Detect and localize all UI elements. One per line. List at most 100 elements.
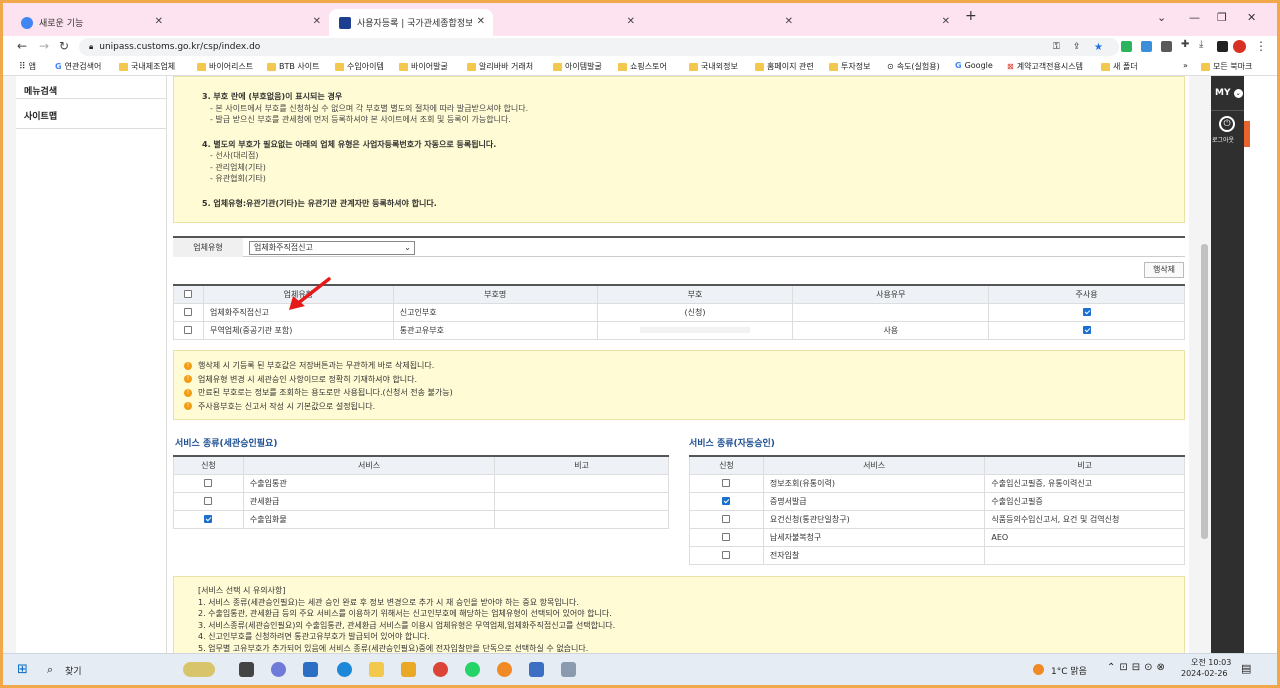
- bookmark-folder[interactable]: 바이어리스트: [197, 61, 253, 72]
- close-icon[interactable]: ✕: [942, 16, 950, 27]
- bookmark-folder[interactable]: 바이어발굴: [399, 61, 448, 72]
- bookmark-item[interactable]: ⊙ 속도(실험용): [887, 61, 940, 72]
- tab-user-registration[interactable]: 사용자등록 | 국가관세종합정보 ✕: [329, 9, 493, 36]
- windows-start-icon[interactable]: ⊞: [17, 662, 28, 677]
- bookmark-apps[interactable]: ⠿ 앱: [19, 61, 36, 72]
- close-icon[interactable]: ✕: [155, 16, 163, 27]
- scrollbar-thumb[interactable]: [1201, 244, 1208, 539]
- extension-icon[interactable]: [1161, 41, 1172, 52]
- close-icon[interactable]: ✕: [313, 16, 321, 27]
- service-checkbox[interactable]: [204, 497, 213, 505]
- tab-search-icon[interactable]: ⌄: [1157, 11, 1166, 24]
- toolbar: ← → ↻ 🔒︎ unipass.customs.go.kr/csp/index…: [3, 36, 1277, 58]
- bookmark-folder[interactable]: BTB 사이트: [267, 61, 320, 72]
- bookmark-star-icon[interactable]: ★: [1094, 42, 1103, 53]
- power-icon[interactable]: ⏻: [1219, 116, 1235, 132]
- weather-text[interactable]: 1°C 맑음: [1051, 664, 1087, 677]
- tab-new-features[interactable]: 새로운 기능 ✕: [11, 9, 171, 36]
- service-checkbox[interactable]: [722, 533, 731, 541]
- table-row: 관세환급: [173, 491, 669, 511]
- bookmark-folder[interactable]: 홈페이지 관련: [755, 61, 814, 72]
- main-use-checkbox[interactable]: [1082, 308, 1091, 316]
- main-use-checkbox[interactable]: [1082, 326, 1091, 334]
- sidepanel-icon[interactable]: [1217, 41, 1228, 52]
- service-checkbox[interactable]: [204, 515, 213, 523]
- tab-blank-1[interactable]: ✕: [171, 9, 329, 36]
- forward-button[interactable]: →: [39, 39, 49, 53]
- task-view-icon[interactable]: [239, 662, 254, 677]
- maximize-button[interactable]: ❐: [1217, 11, 1227, 24]
- whatsapp-icon[interactable]: [465, 662, 480, 677]
- extension-icon[interactable]: [1121, 41, 1132, 52]
- close-icon[interactable]: ✕: [785, 16, 793, 27]
- service-checkbox[interactable]: [204, 479, 213, 487]
- service-checkbox[interactable]: [722, 551, 731, 559]
- address-bar[interactable]: 🔒︎ unipass.customs.go.kr/csp/index.do ⚿ …: [79, 38, 1119, 56]
- bookmark-item[interactable]: ⊠ 계약고객전용시스템: [1007, 61, 1083, 72]
- close-window-button[interactable]: ✕: [1247, 11, 1256, 24]
- new-tab-button[interactable]: +: [965, 8, 977, 24]
- photos-icon[interactable]: [303, 662, 318, 677]
- warning-item: ! 행삭제 시 기등록 된 부호값은 저장버튼과는 무관하게 바로 삭제됩니다.: [184, 359, 1174, 373]
- file-explorer-icon[interactable]: [369, 662, 384, 677]
- tab-blank-3[interactable]: ✕: [645, 9, 801, 36]
- sitemap-link[interactable]: 사이트맵: [16, 99, 166, 129]
- bookmarks-overflow[interactable]: »: [1183, 61, 1188, 70]
- close-icon[interactable]: ✕: [477, 16, 485, 27]
- taskbar-search[interactable]: 찾기: [65, 664, 82, 677]
- service-checkbox[interactable]: [722, 479, 731, 487]
- page-scrollbar[interactable]: [1198, 76, 1211, 653]
- clock-date[interactable]: 2024-02-26: [1181, 669, 1228, 678]
- share-icon[interactable]: ⇪: [1073, 42, 1081, 52]
- bookmark-folder[interactable]: 새 폴더: [1101, 61, 1138, 72]
- bookmark-item[interactable]: G 연관검색어: [55, 61, 101, 72]
- bookmark-folder[interactable]: 수입아이템: [335, 61, 384, 72]
- url-text: unipass.customs.go.kr/csp/index.do: [99, 42, 261, 52]
- bookmark-all[interactable]: 모든 북마크: [1201, 61, 1252, 72]
- copilot-icon[interactable]: [271, 662, 286, 677]
- extension-icon[interactable]: [1141, 41, 1152, 52]
- bookmark-folder[interactable]: 알리바바 거래처: [467, 61, 533, 72]
- my-menu-button[interactable]: MY ⌄: [1215, 88, 1243, 98]
- select-all-checkbox[interactable]: [184, 290, 193, 299]
- logout-button[interactable]: 로그아웃: [1212, 135, 1234, 144]
- company-type-select[interactable]: 업체화주직접신고 ⌄: [249, 241, 415, 255]
- row-checkbox[interactable]: [184, 326, 193, 334]
- profile-avatar[interactable]: [1233, 40, 1246, 53]
- bookmark-google[interactable]: G Google: [955, 61, 993, 70]
- menu-search-link[interactable]: 메뉴검색: [16, 76, 166, 99]
- puzzle-icon[interactable]: ✚: [1181, 39, 1189, 50]
- app-icon[interactable]: [561, 662, 576, 677]
- delete-row-button[interactable]: 행삭제: [1144, 262, 1184, 278]
- download-icon[interactable]: ⤓: [1199, 39, 1203, 50]
- reload-button[interactable]: ↻: [59, 39, 69, 53]
- service-checkbox[interactable]: [722, 515, 731, 523]
- chrome-icon[interactable]: [433, 662, 448, 677]
- back-button[interactable]: ←: [17, 39, 27, 53]
- tab-blank-4[interactable]: ✕: [803, 9, 958, 36]
- cell-service: 납세자불복청구: [762, 527, 986, 547]
- minimize-button[interactable]: —: [1189, 11, 1200, 24]
- site-info-icon[interactable]: 🔒︎: [89, 42, 93, 52]
- bookmark-folder[interactable]: 쇼핑스토어: [618, 61, 667, 72]
- close-icon[interactable]: ✕: [627, 16, 635, 27]
- menu-icon[interactable]: ⋮: [1255, 39, 1267, 53]
- bookmark-folder[interactable]: 투자정보: [829, 61, 870, 72]
- cell-use: 사용: [792, 320, 990, 340]
- bookmark-folder[interactable]: 국내외정보: [689, 61, 738, 72]
- panel-toggle-tab[interactable]: [1244, 121, 1250, 147]
- system-tray-icons[interactable]: ⌃⊡⊟⊙⊗: [1107, 662, 1169, 673]
- edge-icon[interactable]: [337, 662, 352, 677]
- tab-blank-2[interactable]: ✕: [493, 9, 643, 36]
- notification-icon[interactable]: ▤: [1241, 662, 1251, 675]
- service-checkbox[interactable]: [722, 497, 731, 505]
- clock-time[interactable]: 오전 10:03: [1191, 657, 1231, 668]
- notepad-icon[interactable]: [529, 662, 544, 677]
- widget-image-icon[interactable]: [183, 662, 215, 677]
- mail-icon[interactable]: [401, 662, 416, 677]
- row-checkbox[interactable]: [184, 308, 193, 316]
- bookmark-folder[interactable]: 국내제조업체: [119, 61, 175, 72]
- bookmark-folder[interactable]: 아이템발굴: [553, 61, 602, 72]
- key-icon[interactable]: ⚿: [1053, 42, 1060, 52]
- app-icon[interactable]: [497, 662, 512, 677]
